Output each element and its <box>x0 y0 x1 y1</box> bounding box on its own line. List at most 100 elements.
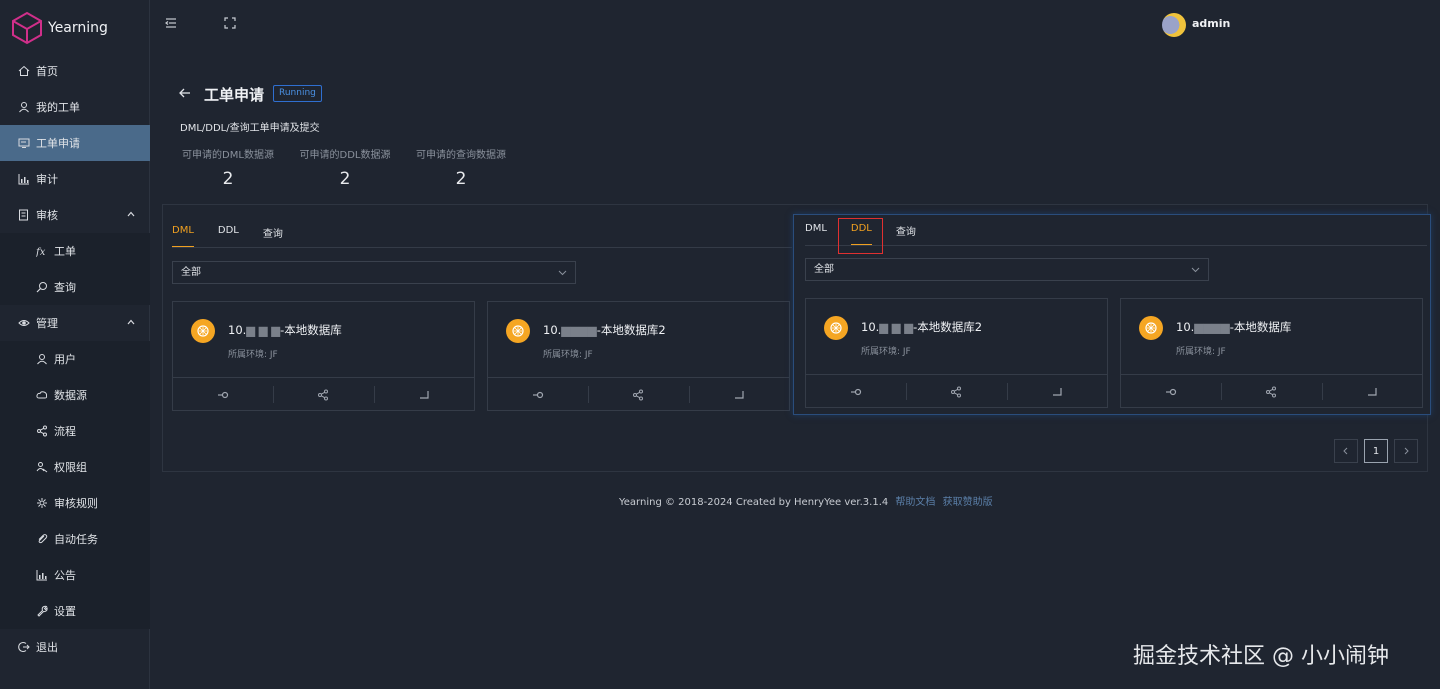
database-icon <box>506 319 530 343</box>
card-action-share[interactable] <box>588 378 688 411</box>
sidebar-item[interactable]: 数据源 <box>0 377 150 413</box>
chart-icon <box>18 173 30 185</box>
sidebar-item[interactable]: 流程 <box>0 413 150 449</box>
card-action-apply[interactable] <box>173 378 273 411</box>
fx-icon: fx <box>36 245 48 257</box>
card-action-enter[interactable] <box>1006 375 1107 408</box>
next-page-button[interactable] <box>1394 439 1418 463</box>
sidebar-item[interactable]: 自动任务 <box>0 521 150 557</box>
sidebar-item-label: 用户 <box>54 353 76 366</box>
review-icon <box>18 209 30 221</box>
card-env: 所属环境: JF <box>543 350 593 360</box>
sidebar-item-label: 审核 <box>36 209 58 222</box>
card-action-share[interactable] <box>1221 375 1321 408</box>
card-action-apply[interactable] <box>806 375 906 408</box>
tab-query[interactable]: 查询 <box>896 223 916 246</box>
menu-fold-icon[interactable] <box>164 16 178 30</box>
datasource-card: 10.▆ ▆ ▆-本地数据库 所属环境: JF <box>172 301 475 411</box>
stat-label: 可申请的查询数据源 <box>416 150 506 161</box>
tab-ddl[interactable]: DDL <box>218 225 239 248</box>
sidebar-item-label: 查询 <box>54 281 76 294</box>
fullscreen-icon[interactable] <box>223 16 237 30</box>
sidebar-item-label: 退出 <box>36 641 58 654</box>
ddl-panel-overlay: DML DDL 查询 全部 10.▆ ▆ ▆-本地数据库2 所属环境: JF 1… <box>793 214 1431 415</box>
share-icon <box>633 389 644 400</box>
back-arrow-icon[interactable] <box>178 86 192 100</box>
sidebar-item-label: 自动任务 <box>54 533 98 546</box>
sidebar-item[interactable]: 设置 <box>0 593 150 629</box>
datasource-card: 10.▆▆▆▆-本地数据库2 所属环境: JF <box>487 301 790 411</box>
tab-divider <box>172 247 792 248</box>
tab-divider <box>805 245 1427 246</box>
card-action-enter[interactable] <box>688 378 789 411</box>
help-docs-link[interactable]: 帮助文档 <box>895 497 935 508</box>
card-actions <box>806 374 1107 408</box>
wrench-icon <box>36 605 48 617</box>
eye-icon <box>18 317 30 329</box>
database-icon <box>1139 316 1163 340</box>
environment-select[interactable]: 全部 <box>172 261 576 284</box>
prev-page-button[interactable] <box>1334 439 1358 463</box>
card-action-share[interactable] <box>273 378 373 411</box>
source-tabs: DML DDL 查询 <box>172 225 307 248</box>
environment-select[interactable]: 全部 <box>805 258 1209 281</box>
status-badge: Running <box>273 85 322 102</box>
sponsor-link[interactable]: 获取赞助版 <box>943 497 993 508</box>
sidebar-item-label: 工单申请 <box>36 137 80 150</box>
home-icon <box>18 65 30 77</box>
sidebar-item[interactable]: 管理 <box>0 305 150 341</box>
card-action-apply[interactable] <box>488 378 588 411</box>
key-icon <box>851 388 862 395</box>
sidebar-item[interactable]: 查询 <box>0 269 150 305</box>
tab-dml[interactable]: DML <box>805 223 827 246</box>
chevron-down-icon <box>1191 267 1200 273</box>
ticket-icon <box>18 137 30 149</box>
tab-dml[interactable]: DML <box>172 225 194 248</box>
enter-icon <box>734 390 744 399</box>
chart-icon <box>36 569 48 581</box>
sidebar-item[interactable]: 首页 <box>0 53 150 89</box>
username[interactable]: admin <box>1192 17 1230 30</box>
card-title: 10.▆ ▆ ▆-本地数据库2 <box>861 320 983 334</box>
enter-icon <box>419 390 429 399</box>
card-title: 10.▆▆▆▆-本地数据库2 <box>543 323 666 337</box>
chevron-up-icon <box>127 319 135 325</box>
sidebar-item[interactable]: 我的工单 <box>0 89 150 125</box>
app-logo[interactable]: Yearning <box>10 10 140 46</box>
sidebar-item[interactable]: fx 工单 <box>0 233 150 269</box>
stat-value: 2 <box>455 169 467 189</box>
card-action-share[interactable] <box>906 375 1006 408</box>
card-title: 10.▆ ▆ ▆-本地数据库 <box>228 323 342 337</box>
footer-text: Yearning © 2018-2024 Created by HenryYee… <box>619 497 889 508</box>
card-actions <box>1121 374 1422 408</box>
datasource-card: 10.▆ ▆ ▆-本地数据库2 所属环境: JF <box>805 298 1108 408</box>
card-action-apply[interactable] <box>1121 375 1221 408</box>
sidebar-item[interactable]: 权限组 <box>0 449 150 485</box>
card-action-enter[interactable] <box>373 378 474 411</box>
sidebar-item[interactable]: 公告 <box>0 557 150 593</box>
card-action-enter[interactable] <box>1321 375 1422 408</box>
avatar[interactable] <box>1162 13 1186 37</box>
app-name: Yearning <box>48 20 108 36</box>
tab-query[interactable]: 查询 <box>263 225 283 248</box>
sidebar-item-label: 设置 <box>54 605 76 618</box>
sidebar-item-label: 工单 <box>54 245 76 258</box>
cloud-icon <box>36 389 48 401</box>
sidebar-item[interactable]: 退出 <box>0 629 150 665</box>
sidebar-item[interactable]: 审核 <box>0 197 150 233</box>
sidebar-item-label: 权限组 <box>54 461 87 474</box>
sidebar-item[interactable]: 审核规则 <box>0 485 150 521</box>
sidebar-item[interactable]: 审计 <box>0 161 150 197</box>
enter-icon <box>1052 387 1062 396</box>
sidebar-item[interactable]: 工单申请 <box>0 125 150 161</box>
card-env: 所属环境: JF <box>861 347 911 357</box>
share-icon <box>318 389 329 400</box>
card-env: 所属环境: JF <box>228 350 278 360</box>
sidebar-item[interactable]: 用户 <box>0 341 150 377</box>
card-actions <box>173 377 474 411</box>
stat-value: 2 <box>339 169 351 189</box>
sidebar-item-label: 审计 <box>36 173 58 186</box>
page-button[interactable]: 1 <box>1364 439 1388 463</box>
sidebar-item-label: 我的工单 <box>36 101 80 114</box>
key-icon <box>218 391 229 398</box>
